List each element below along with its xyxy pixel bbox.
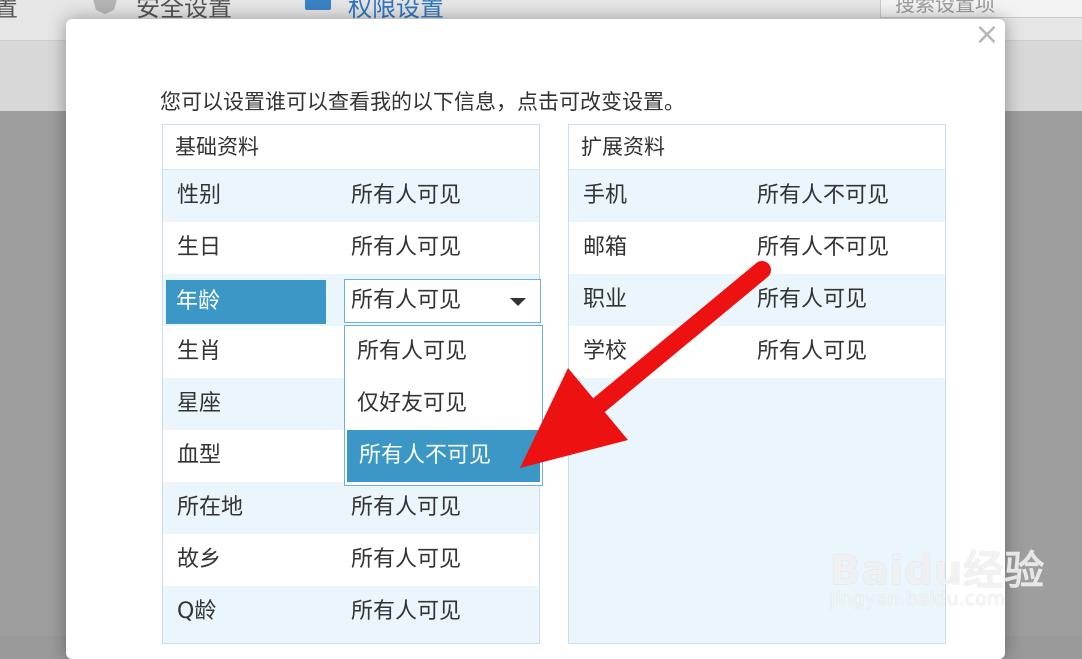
dialog-intro-text: 您可以设置谁可以查看我的以下信息，点击可改变设置。: [160, 90, 685, 114]
permission-icon: [305, 0, 331, 10]
setting-label: 星座: [177, 391, 222, 416]
setting-row-birthday[interactable]: 生日 所有人可见: [163, 222, 539, 274]
setting-value[interactable]: 所有人不可见: [757, 222, 889, 274]
dropdown-option-everyone[interactable]: 所有人可见: [345, 326, 542, 378]
setting-label-selected: 年龄: [166, 280, 326, 324]
setting-row-age[interactable]: 年龄 所有人可见: [163, 274, 541, 326]
setting-value[interactable]: 所有人可见: [351, 482, 461, 534]
extended-profile-title: 扩展资料: [569, 125, 945, 170]
setting-label: 生日: [177, 235, 222, 260]
setting-label: 职业: [583, 287, 628, 312]
setting-value[interactable]: 所有人可见: [757, 274, 867, 326]
basic-profile-title: 基础资料: [163, 125, 539, 170]
dropdown-option-nobody[interactable]: 所有人不可见: [347, 430, 540, 482]
setting-label: Q龄: [177, 599, 217, 624]
setting-label: 所在地: [177, 495, 244, 520]
setting-label: 性别: [177, 183, 222, 208]
setting-label: 血型: [177, 443, 222, 468]
setting-value[interactable]: 所有人可见: [351, 222, 461, 274]
setting-label: 邮箱: [583, 235, 628, 260]
setting-row-phone[interactable]: 手机 所有人不可见: [569, 170, 945, 222]
setting-row-hometown[interactable]: 故乡 所有人可见: [163, 534, 539, 586]
setting-row-location[interactable]: 所在地 所有人可见: [163, 482, 539, 534]
setting-value[interactable]: 所有人可见: [351, 586, 461, 638]
watermark-url: jingyan.baidu.com: [830, 588, 1006, 610]
setting-label: 手机: [583, 183, 628, 208]
shield-icon: [93, 0, 117, 14]
select-current-value: 所有人可见: [351, 288, 462, 313]
setting-row-gender[interactable]: 性别 所有人可见: [163, 170, 539, 222]
visibility-dropdown-menu: 所有人可见 仅好友可见 所有人不可见: [344, 325, 543, 486]
setting-value[interactable]: 所有人可见: [351, 534, 461, 586]
setting-value[interactable]: 所有人可见: [757, 326, 867, 378]
setting-value[interactable]: 所有人可见: [351, 170, 461, 222]
setting-label: 生肖: [177, 339, 222, 364]
close-button[interactable]: ×: [974, 20, 1000, 50]
dropdown-option-friends-only[interactable]: 仅好友可见: [345, 378, 542, 430]
setting-row-school[interactable]: 学校 所有人可见: [569, 326, 945, 378]
visibility-select[interactable]: 所有人可见: [344, 279, 541, 323]
bg-left-text: 置: [0, 0, 18, 22]
setting-row-occupation[interactable]: 职业 所有人可见: [569, 274, 945, 326]
setting-label: 学校: [583, 339, 628, 364]
setting-value[interactable]: 所有人不可见: [757, 170, 889, 222]
setting-row-q-age[interactable]: Q龄 所有人可见: [163, 586, 539, 638]
setting-label: 故乡: [177, 547, 222, 572]
chevron-down-icon[interactable]: [510, 298, 526, 306]
search-settings-input[interactable]: 搜索设置项: [880, 0, 1082, 18]
setting-row-email[interactable]: 邮箱 所有人不可见: [569, 222, 945, 274]
